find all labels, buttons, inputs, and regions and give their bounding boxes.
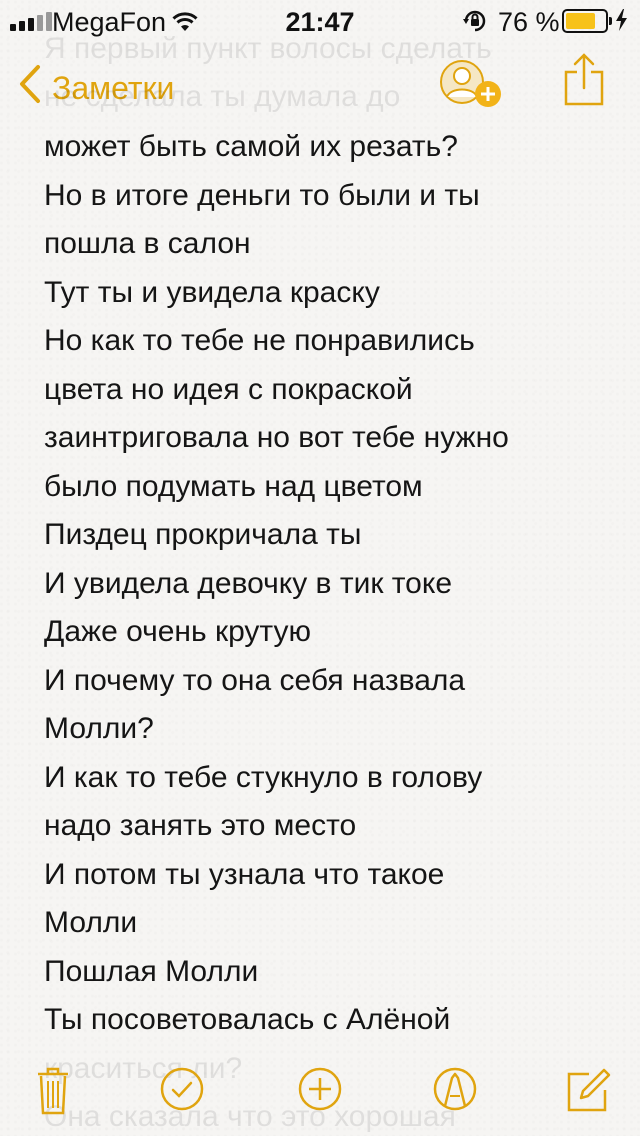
share-icon [564, 53, 604, 106]
note-line: может быть самой их резать? [44, 130, 458, 163]
add-person-icon [440, 60, 501, 107]
battery-percent: 76 % [498, 7, 560, 37]
trash-icon [38, 1067, 68, 1115]
note-line: Пошлая Молли [44, 954, 259, 988]
note-line: Даже очень крутую [44, 615, 312, 648]
add-person-button[interactable] [438, 58, 508, 114]
note-line: Пиздец прокричала ты [44, 518, 362, 551]
note-line: Но как то тебе не понравились [44, 324, 475, 357]
checklist-icon [160, 1067, 204, 1111]
note-line: заинтриговала но вот тебе нужно [44, 421, 509, 454]
note-line: Тут ты и увидела краску [44, 275, 380, 309]
charging-icon [615, 8, 629, 39]
share-button[interactable] [562, 52, 606, 113]
markup-pen-icon [433, 1067, 477, 1111]
checklist-button[interactable] [159, 1066, 205, 1117]
note-line: было подумать над цветом [44, 469, 423, 503]
note-line: надо занять это место [44, 809, 357, 842]
add-icon [298, 1067, 342, 1111]
note-line: Молли? [44, 712, 154, 745]
bottom-toolbar [0, 1050, 640, 1136]
note-line: И почему то она себя назвала [44, 663, 466, 697]
compose-icon [567, 1068, 611, 1112]
scrolled-text-line: не сделала ты думала до [44, 80, 401, 113]
battery-icon [562, 9, 612, 33]
note-line: цвета но идея с покраской [44, 372, 413, 406]
note-line: пошла в салон [44, 227, 251, 260]
delete-button[interactable] [36, 1066, 70, 1121]
note-line: И увидела девочку в тик токе [44, 566, 453, 600]
add-button[interactable] [297, 1066, 343, 1117]
chevron-left-icon [18, 64, 42, 112]
note-line: Молли [44, 906, 138, 939]
markup-button[interactable] [432, 1066, 478, 1117]
compose-button[interactable] [565, 1066, 613, 1119]
scrolled-text-line: Я первый пункт волосы сделать [44, 32, 492, 65]
note-line: И как то тебе стукнуло в голову [44, 760, 483, 794]
note-line: Но в итоге деньги то были и ты [44, 178, 480, 212]
note-text-area[interactable]: может быть самой их резать? Но в итоге д… [44, 128, 614, 1050]
note-line: Ты посоветовалась с Алёной [44, 1003, 451, 1036]
note-line: И потом ты узнала что такое [44, 857, 445, 891]
